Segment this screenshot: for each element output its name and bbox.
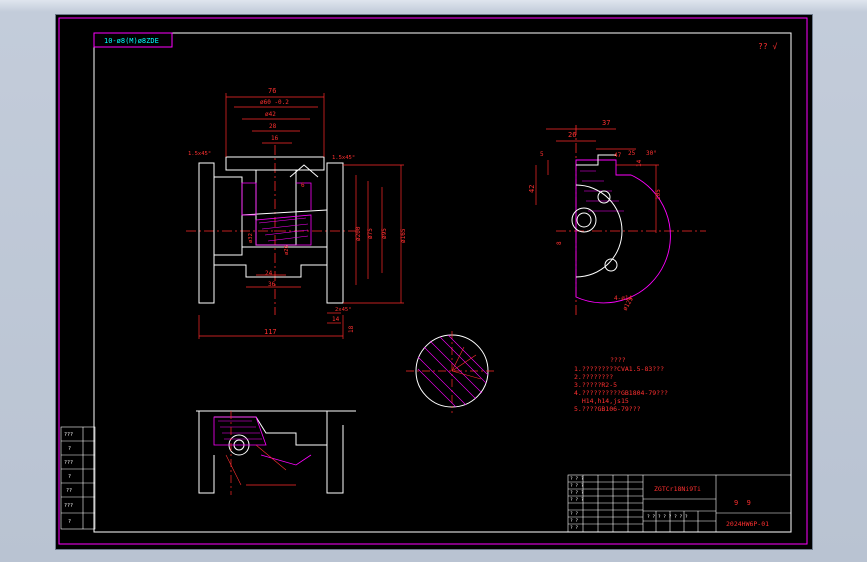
dim-26: ø26 [284,245,290,255]
dim-18: 18 [348,325,355,333]
section-view [406,331,496,413]
side-dim-26: 26 [568,131,576,139]
dim-76: 76 [268,87,276,95]
dim-42: ø42 [265,111,276,118]
notes-title: ???? [610,356,626,364]
dim-75: ø75 [367,228,374,239]
note-3: 3.?????R2-5 [574,381,617,389]
side-dim-5: 5 [540,151,544,158]
roughness-mark: ?? √ [758,42,777,51]
note-4-cont: H14,h14,js15 [574,397,629,405]
left-side-table [60,426,96,530]
dim-165: ø165 [400,228,407,243]
title-scale: 9 9 [734,499,751,507]
title-drawing-number: 2024HW6P-01 [726,520,769,528]
dim-chamfer-bottom: 2x45° [335,307,352,313]
dim-28: 28 [269,123,277,130]
svg-text:? ? ?: ? ? ? [570,497,584,503]
left-side-table-labels: ??? ? ??? ? ?? ??? ? [64,432,73,525]
left-row-4: ? [68,474,71,480]
header-tag: 10-ø8(M)ø8ZDE [93,32,173,48]
dim-24: 24 [265,270,273,277]
side-dim-42: 42 [528,185,536,193]
drawing-canvas: 10-ø8(M)ø8ZDE ?? √ 76 ø60 -0.2 ø42 28 16… [55,14,813,550]
dim-117: 117 [264,328,277,336]
dim-200: ø200 [355,226,362,241]
left-row-3: ??? [64,460,73,466]
svg-text:? ? ?: ? ? ? [570,483,584,489]
side-view: 37 26 5 42 8 14 30° 25 47 105 4-ø14 ø125 [528,119,706,315]
note-2: 2.???????? [574,373,613,381]
left-row-2: ? [68,446,71,452]
side-dim-47: 47 [614,152,622,159]
side-dim-25: 25 [628,150,636,157]
side-dim-8: 8 [556,241,563,245]
note-1: 1.?????????CVA1.5-83??? [574,365,664,373]
svg-text:? ? ? ? ? ? ? ?: ? ? ? ? ? ? ? ? [647,514,688,520]
dim-14: 14 [332,316,340,323]
side-dim-14: 14 [636,159,643,167]
svg-text:? ?: ? ? [570,511,578,517]
dim-60: ø60 -0.2 [260,99,289,106]
note-4: 4.??????????GB1804-79??? [574,389,668,397]
svg-text:? ?: ? ? [570,525,578,531]
left-row-6: ??? [64,503,73,509]
svg-text:? ?: ? ? [570,518,578,524]
front-view: 76 ø60 -0.2 ø42 28 16 1.5x45° 1.5x45° 6 … [186,87,407,339]
side-dim-105: 105 [655,189,662,200]
side-dim-30: 30° [646,150,657,157]
svg-text:? ? ?: ? ? ? [570,476,584,482]
dim-32: ø32 [248,233,254,243]
technical-notes: ???? 1.?????????CVA1.5-83??? 2.???????? … [574,356,668,413]
title-material: ZGTCr18Ni9Ti [654,485,701,493]
left-row-5: ?? [66,488,72,494]
header-tag-text: 10-ø8(M)ø8ZDE [104,37,159,45]
left-row-7: ? [68,519,71,525]
note-5: 5.????GB106-79??? [574,405,641,413]
dim-6: 6 [301,182,305,189]
bottom-view [196,410,356,495]
side-dim-37: 37 [602,119,610,127]
cad-drawing: 10-ø8(M)ø8ZDE ?? √ 76 ø60 -0.2 ø42 28 16… [58,17,808,545]
left-row-1: ??? [64,432,73,438]
dim-16: 16 [271,135,279,142]
dim-chamfer-right: 1.5x45° [332,155,355,161]
dim-95: ø95 [381,228,388,239]
dim-chamfer-left: 1.5x45° [188,151,211,157]
outer-border [58,17,808,545]
svg-text:? ? ?: ? ? ? [570,490,584,496]
dim-36: 36 [268,281,276,288]
